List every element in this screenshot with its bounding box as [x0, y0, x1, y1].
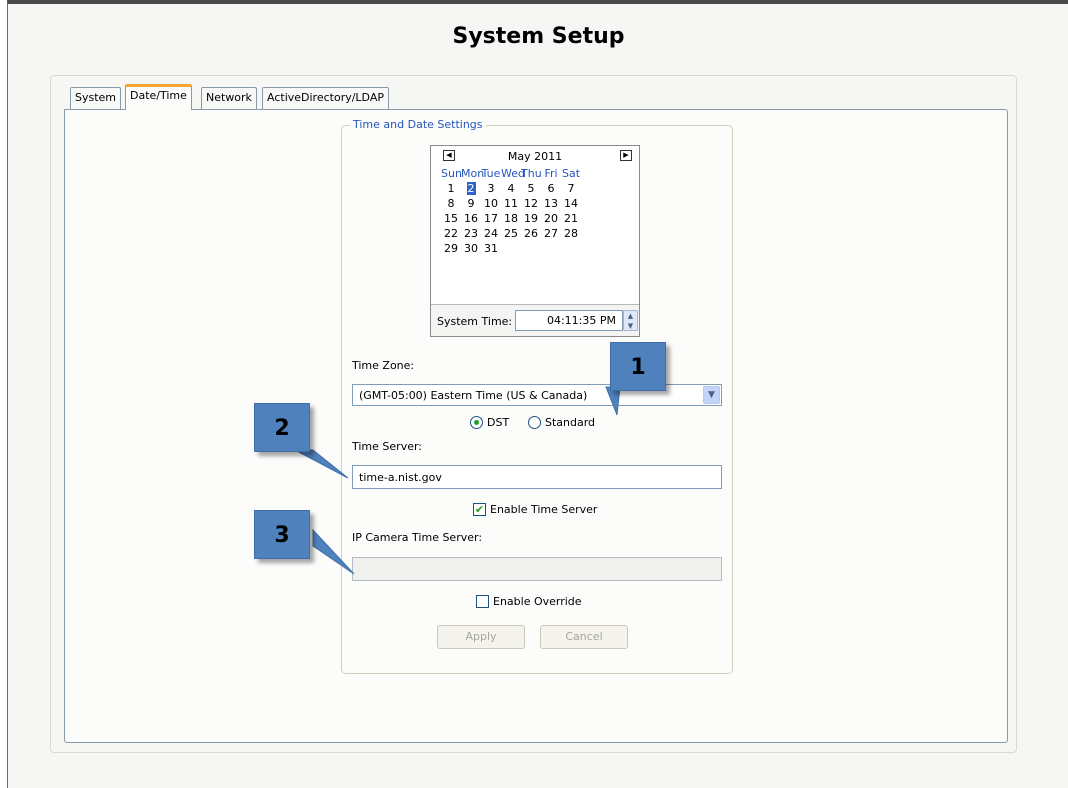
- callout-1: 1: [610, 342, 666, 391]
- callout-3-pointer: [312, 528, 355, 575]
- callout-3: 3: [254, 510, 310, 559]
- callout-1-pointer: [605, 386, 621, 416]
- callout-2-pointer: [294, 449, 349, 479]
- callout-leaders: [294, 386, 621, 575]
- callout-2: 2: [254, 403, 310, 452]
- tab-date-time[interactable]: Date/Time: [125, 84, 192, 110]
